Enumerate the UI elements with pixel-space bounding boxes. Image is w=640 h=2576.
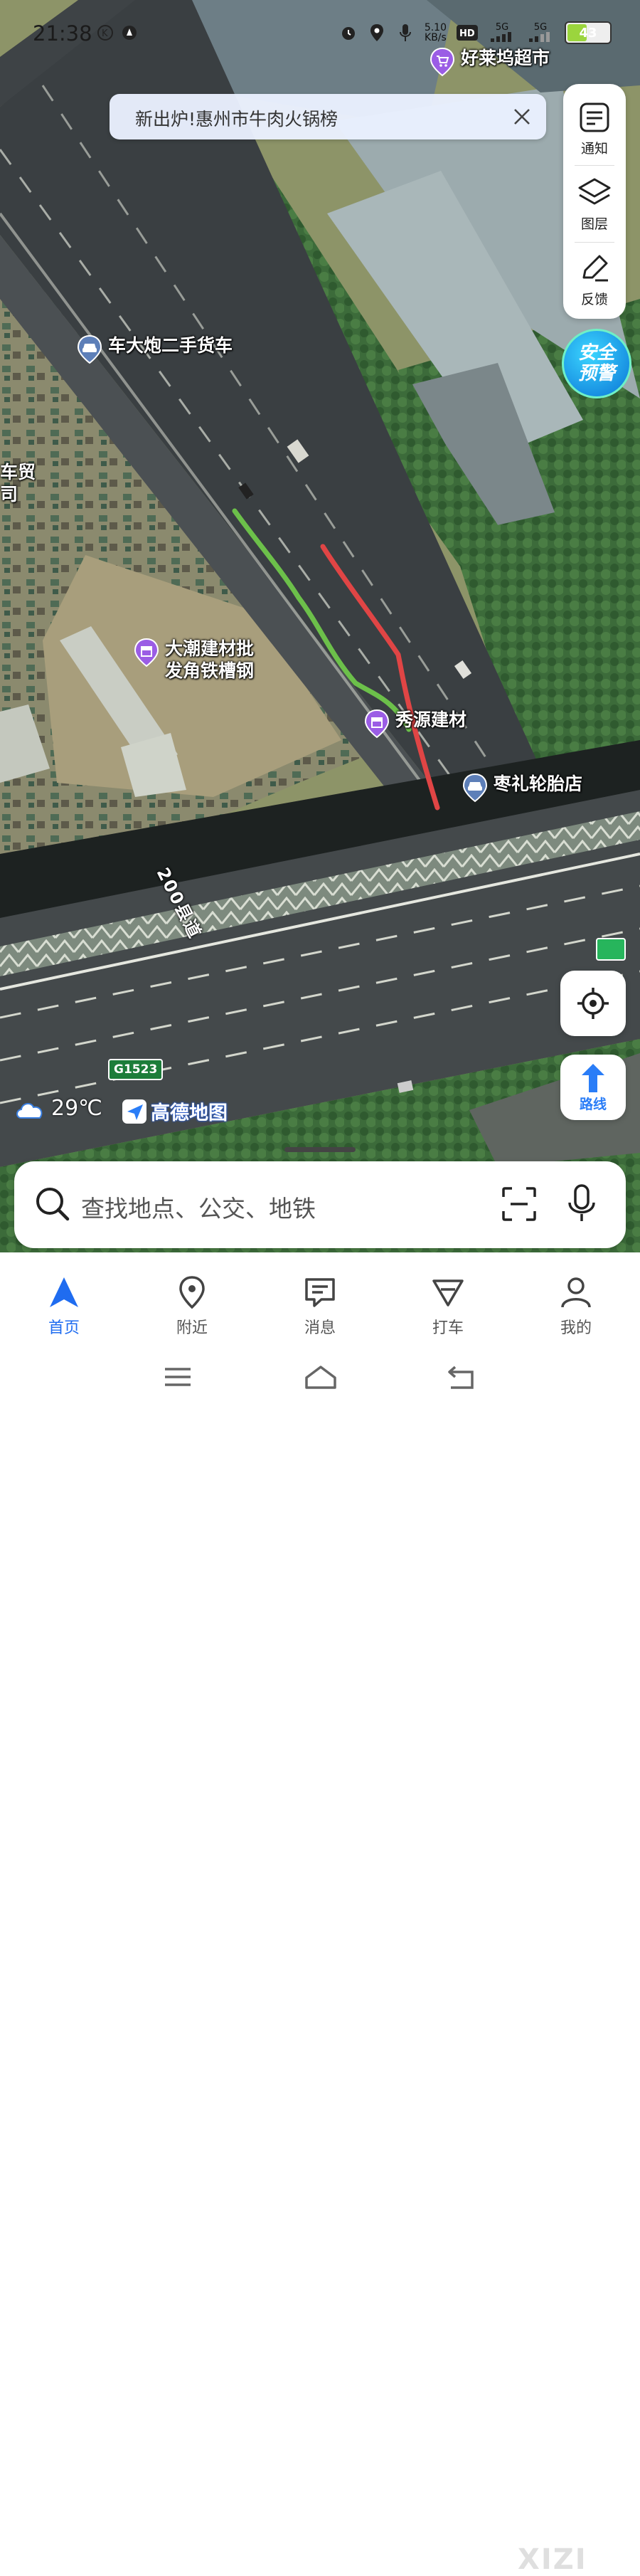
home-icon[interactable] (304, 1365, 337, 1390)
poi-label: 枣礼轮胎店 (494, 774, 583, 794)
home-arrow-icon (50, 1277, 78, 1307)
map-view[interactable]: 好莱坞超市 车大炮二手货车 车贸 司 大潮建材批 发角铁槽钢 秀源建材 枣礼轮胎… (0, 0, 640, 1252)
tab-messages-label: 消息 (304, 1319, 336, 1337)
search-bar[interactable]: 查找地点、公交、地铁 (14, 1161, 626, 1248)
user-icon (561, 1277, 591, 1308)
bus-card-icon[interactable] (596, 938, 626, 961)
compass-icon (122, 26, 137, 40)
status-bar: 21:38 K 5.10 KB/s HD 5G 5G 43 (0, 0, 640, 65)
tab-profile-label: 我的 (560, 1319, 592, 1337)
amap-logo: 高德地图 (122, 1097, 228, 1125)
amap-logo-icon (122, 1099, 146, 1124)
tab-home-label: 首页 (48, 1319, 80, 1337)
promo-banner-text: 新出炉!惠州市牛肉火锅榜 (135, 109, 338, 130)
store-icon (134, 638, 159, 667)
search-icon (36, 1188, 70, 1221)
poi-dachao-building-materials[interactable]: 大潮建材批 发角铁槽钢 (134, 638, 254, 682)
layers-icon (578, 178, 611, 204)
notification-icon (580, 102, 609, 132)
map-tools-panel: 通知 图层 反馈 (563, 84, 626, 319)
cloud-icon (16, 1102, 43, 1119)
network-speed: 5.10 KB/s (424, 22, 447, 43)
layers-label: 图层 (580, 216, 608, 232)
feedback-button[interactable]: 反馈 (563, 242, 626, 317)
close-icon[interactable] (508, 102, 536, 131)
route-arrow-icon (582, 1063, 604, 1092)
tab-nearby-label: 附近 (176, 1319, 208, 1337)
tab-taxi-label: 打车 (432, 1319, 464, 1337)
safety-alert-button[interactable]: 安全 预警 (562, 329, 631, 398)
search-input[interactable]: 查找地点、公交、地铁 (81, 1190, 316, 1224)
poi-zaoli-tire-shop[interactable]: 枣礼轮胎店 (462, 773, 582, 803)
poi-label: 大潮建材批 发角铁槽钢 (165, 638, 255, 681)
feedback-label: 反馈 (580, 291, 608, 307)
drag-handle[interactable] (284, 1147, 356, 1152)
back-icon[interactable] (447, 1365, 475, 1390)
poi-label: 车大炮二手货车 (108, 335, 233, 356)
red-drawn-line (320, 544, 440, 811)
alarm-icon (339, 23, 358, 42)
menu-icon[interactable] (164, 1365, 192, 1389)
store-icon (364, 709, 390, 739)
hd-icon: HD (457, 23, 478, 42)
watermark: XIZI (518, 2543, 587, 2576)
microphone-icon[interactable] (566, 1184, 597, 1224)
signal-icon: 5G (488, 23, 516, 42)
bottom-nav: 首页 附近 消息 打车 我的 XIZI (0, 1252, 640, 2576)
microphone-status-icon (396, 23, 415, 42)
poi-xiuyuan-building-materials[interactable]: 秀源建材 (364, 709, 466, 739)
route-label: 路线 (579, 1096, 607, 1112)
safety-alert-line1: 安全 (577, 342, 615, 364)
tab-messages[interactable]: 消息 (277, 1275, 363, 1338)
status-icons: 5.10 KB/s HD 5G 5G 43 (339, 21, 612, 44)
notify-button[interactable]: 通知 (563, 91, 626, 167)
notify-label: 通知 (580, 140, 608, 157)
weather-widget[interactable]: 29℃ (14, 1096, 102, 1121)
safety-alert-line2: 预警 (577, 363, 615, 384)
location-icon (368, 23, 386, 42)
amap-logo-text: 高德地图 (151, 1102, 228, 1124)
battery-indicator: 43 (565, 21, 612, 44)
car-icon (77, 334, 102, 364)
signal-icon-2: 5G (526, 23, 555, 42)
tab-profile[interactable]: 我的 (533, 1275, 619, 1338)
location-pin-icon (179, 1276, 205, 1309)
poi-truck-dealer[interactable]: 车大炮二手货车 (77, 334, 233, 364)
locate-button[interactable] (560, 971, 626, 1036)
poi-label: 车贸 司 (0, 462, 36, 505)
car-icon (462, 773, 488, 803)
k-app-icon: K (97, 25, 113, 41)
message-icon (305, 1278, 335, 1307)
svg-text:K: K (102, 28, 108, 39)
weather-temp: 29℃ (51, 1096, 102, 1121)
layers-button[interactable]: 图层 (563, 167, 626, 242)
route-button[interactable]: 路线 (560, 1055, 626, 1120)
poi-label: 秀源建材 (395, 709, 467, 730)
taxi-icon (432, 1279, 464, 1307)
annotation-lines (232, 508, 440, 811)
highway-shield: G1523 (108, 1059, 164, 1080)
locate-icon (577, 988, 609, 1019)
tab-home[interactable]: 首页 (21, 1275, 107, 1338)
pencil-icon (582, 255, 608, 281)
svg-text:HD: HD (459, 28, 475, 39)
tab-nearby[interactable]: 附近 (149, 1275, 235, 1338)
scan-icon[interactable] (501, 1186, 538, 1223)
green-drawn-line (232, 508, 412, 732)
clock: 21:38 (33, 21, 92, 46)
promo-banner[interactable]: 新出炉!惠州市牛肉火锅榜 (110, 94, 546, 139)
tab-taxi[interactable]: 打车 (405, 1275, 491, 1338)
poi-truck-trade-company[interactable]: 车贸 司 (0, 461, 36, 505)
